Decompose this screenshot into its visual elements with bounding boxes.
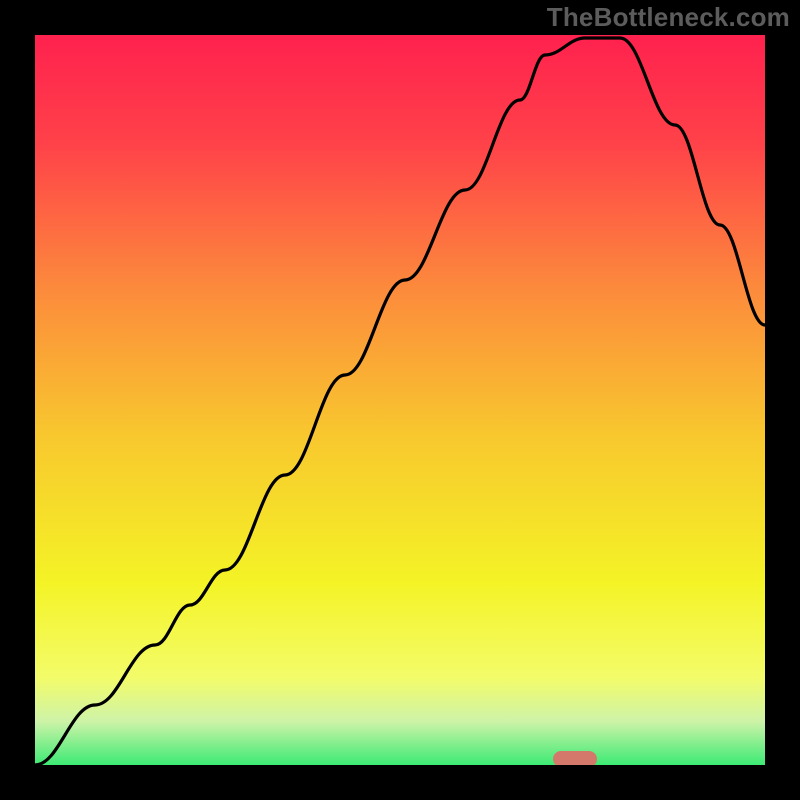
- curve-layer: [35, 35, 765, 765]
- chart-frame: TheBottleneck.com: [0, 0, 800, 800]
- optimal-marker: [553, 751, 597, 765]
- bottleneck-curve: [35, 38, 765, 765]
- watermark-text: TheBottleneck.com: [547, 2, 790, 33]
- plot-area: [35, 35, 765, 765]
